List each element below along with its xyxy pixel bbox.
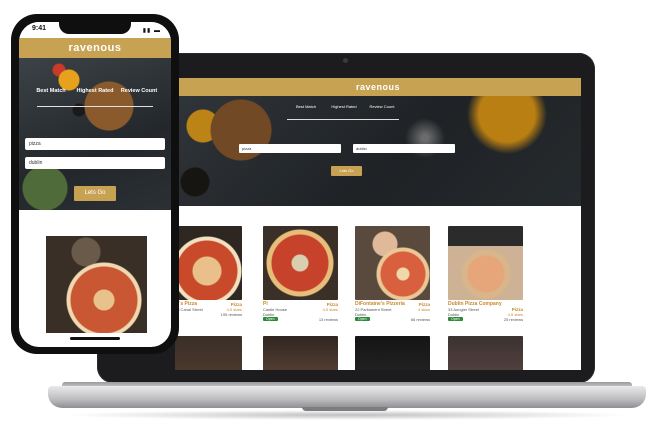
phone-location-input[interactable]: dublin	[25, 157, 165, 169]
business-image	[175, 226, 242, 300]
phone-tab-review-count[interactable]: Review Count	[117, 88, 161, 94]
phone-lets-go-button[interactable]: Lets Go	[74, 186, 116, 201]
business-image[interactable]	[355, 336, 430, 370]
open-status-badge: Open	[448, 317, 463, 321]
laptop-opening-notch	[302, 407, 388, 411]
business-image	[263, 226, 338, 300]
laptop-tab-underline	[287, 119, 399, 120]
laptop-tab-best-match[interactable]: Best Match	[287, 104, 325, 109]
laptop-base	[48, 386, 646, 408]
open-status-badge: Open	[355, 317, 370, 321]
business-image	[355, 226, 430, 300]
phone-tab-best-match[interactable]: Best Match	[29, 88, 73, 94]
business-card[interactable]	[46, 236, 147, 333]
phone-status-bar: 9:41 ▮▮ ▬	[19, 22, 171, 38]
phone-app-header: ravenous	[19, 38, 171, 58]
business-review-count: 195 reviews	[220, 312, 242, 317]
phone-search-input[interactable]: pizza	[25, 138, 165, 150]
home-indicator	[70, 337, 120, 340]
business-image	[448, 226, 523, 300]
business-review-count: 25 reviews	[503, 317, 523, 322]
laptop-search-input[interactable]: pizza	[239, 144, 341, 153]
laptop-screen: ravenous Best Match Highest Rated Review…	[175, 78, 581, 370]
phone-notch	[59, 22, 131, 34]
laptop-app-header: ravenous	[175, 78, 581, 96]
laptop-shadow	[60, 410, 634, 420]
signal-battery-icon: ▮▮ ▬	[142, 28, 161, 34]
business-card[interactable]: Dublin Pizza Company 33 Aungier Street P…	[448, 226, 523, 322]
business-card[interactable]: Pi Pizza Castle House 4.5 stars Dublin O…	[263, 226, 338, 322]
business-card[interactable]: DiFontaine's Pizzeria Pizza 22 Parliamen…	[355, 226, 430, 322]
business-review-count: 66 reviews	[410, 317, 430, 322]
phone-hero-search-section: Best Match Highest Rated Review Count pi…	[19, 58, 171, 210]
status-time: 9:41	[32, 25, 47, 32]
business-image[interactable]	[263, 336, 338, 370]
laptop-tab-highest-rated[interactable]: Highest Rated	[325, 104, 363, 109]
phone-tab-underline	[37, 106, 153, 107]
laptop-hero-search-section: Best Match Highest Rated Review Count pi…	[175, 96, 581, 206]
laptop-lets-go-button[interactable]: Lets Go	[331, 166, 362, 176]
laptop-camera	[343, 58, 348, 63]
laptop-location-input[interactable]: dublin	[353, 144, 455, 153]
business-review-count: 13 reviews	[318, 317, 338, 322]
business-image[interactable]	[175, 336, 242, 370]
phone-tab-highest-rated[interactable]: Highest Rated	[73, 88, 117, 94]
laptop-sort-tabs: Best Match Highest Rated Review Count	[283, 104, 403, 118]
open-status-badge: Open	[263, 317, 278, 321]
phone-sort-tabs: Best Match Highest Rated Review Count	[19, 88, 171, 108]
laptop-tab-review-count[interactable]: Review Count	[363, 104, 401, 109]
business-image[interactable]	[448, 336, 523, 370]
business-card[interactable]: le's Pizza Pizza nd Canal Street 4.5 sta…	[175, 226, 242, 317]
phone-screen: 9:41 ▮▮ ▬ ravenous Best Match Highest Ra…	[19, 22, 171, 347]
